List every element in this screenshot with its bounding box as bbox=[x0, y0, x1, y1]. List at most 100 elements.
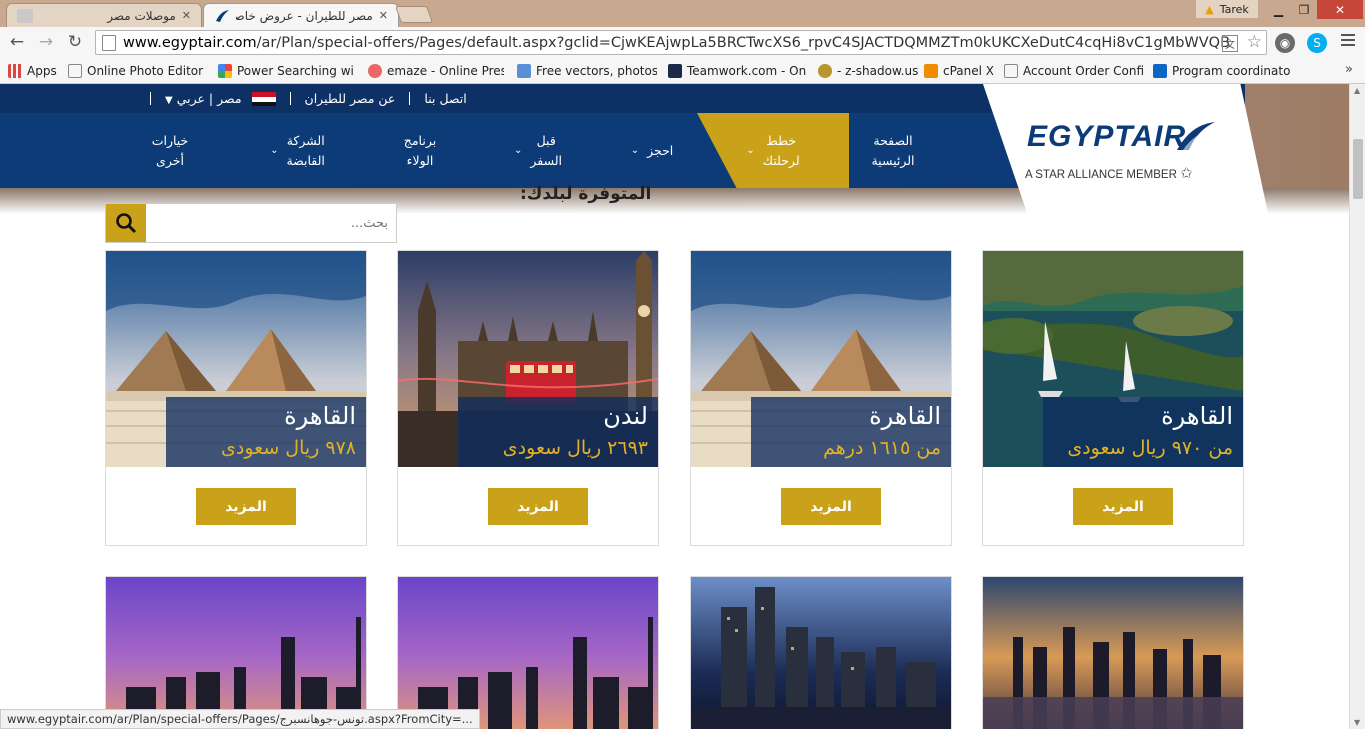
freepik-icon bbox=[517, 64, 531, 78]
offer-city: لندن bbox=[603, 402, 648, 430]
offer-card[interactable] bbox=[982, 576, 1244, 729]
contact-link[interactable]: اتصل بنا bbox=[424, 91, 466, 106]
offer-card[interactable] bbox=[397, 576, 659, 729]
offer-card[interactable]: لندن ٢٦٩٣ ريال سعودى المزيد bbox=[397, 250, 659, 546]
page-icon bbox=[102, 34, 116, 51]
offer-image-johannesburg bbox=[106, 577, 366, 729]
address-bar[interactable]: www.egyptair.com/ar/Plan/special-offers/… bbox=[95, 30, 1267, 55]
bookmarks-overflow-icon[interactable]: » bbox=[1345, 62, 1353, 77]
warning-icon: ▲ bbox=[1205, 2, 1214, 16]
page-icon bbox=[68, 64, 82, 78]
more-button[interactable]: المزيد bbox=[488, 488, 588, 525]
egyptair-favicon-icon bbox=[214, 9, 230, 23]
offer-caption: القاهرة من ١٦١٥ درهم bbox=[751, 397, 951, 467]
new-tab-button[interactable] bbox=[394, 6, 434, 23]
bookmark-item[interactable]: cPanel X bbox=[924, 58, 996, 84]
tab-inactive[interactable]: موصلات مصر ✕ bbox=[6, 3, 202, 27]
tab-favicon-icon bbox=[17, 8, 33, 23]
more-button[interactable]: المزيد bbox=[196, 488, 296, 525]
more-button[interactable]: المزيد bbox=[781, 488, 881, 525]
offer-card[interactable]: القاهرة من ٩٧٠ ريال سعودى المزيد bbox=[982, 250, 1244, 546]
offer-city: القاهرة bbox=[1161, 402, 1233, 430]
offer-image-frankfurt bbox=[983, 577, 1243, 729]
bookmark-item[interactable]: Power Searching with bbox=[218, 58, 354, 84]
nav-plan-trip[interactable]: ⌄ خطط لرحلتك bbox=[697, 113, 849, 188]
egyptair-logo[interactable]: EGYPTAIR A STAR ALLIANCE MEMBER ✩ bbox=[983, 84, 1269, 218]
page-scrollbar[interactable]: ▲ ▼ bbox=[1349, 84, 1365, 729]
translate-icon[interactable]: 文 bbox=[1222, 35, 1238, 52]
bookmark-item[interactable]: Program coordinator bbox=[1153, 58, 1291, 84]
bookmarks-bar: Apps Online Photo Editor | Power Searchi… bbox=[0, 58, 1365, 84]
linkedin-icon bbox=[1153, 64, 1167, 78]
offer-image-johannesburg bbox=[398, 577, 658, 729]
bookmark-label: cPanel X bbox=[943, 64, 995, 78]
user-profile-badge[interactable]: ▲ Tarek bbox=[1196, 0, 1258, 18]
logo-wordmark: EGYPTAIR bbox=[1027, 120, 1187, 153]
maximize-button[interactable]: ❐ bbox=[1291, 0, 1317, 19]
bookmark-star-icon[interactable]: ☆ bbox=[1247, 32, 1262, 52]
nav-label: الصفحة الرئيسية bbox=[871, 132, 915, 168]
nav-label: خيارات أخرى bbox=[151, 132, 189, 168]
offer-card[interactable]: القاهرة من ١٦١٥ درهم المزيد bbox=[690, 250, 952, 546]
offer-caption: لندن ٢٦٩٣ ريال سعودى bbox=[458, 397, 658, 467]
url-domain: www.egyptair.com bbox=[123, 34, 257, 51]
nav-label: احجز bbox=[647, 142, 674, 158]
bookmark-item[interactable]: Account Order Confir bbox=[1004, 58, 1144, 84]
bookmark-label: Free vectors, photos a bbox=[536, 64, 657, 78]
search-input[interactable] bbox=[146, 204, 396, 242]
tab-close-icon[interactable]: ✕ bbox=[379, 9, 388, 22]
nav-loyalty[interactable]: برنامج الولاء bbox=[380, 113, 460, 188]
scroll-up-arrow-icon[interactable]: ▲ bbox=[1354, 86, 1360, 95]
bookmark-label: Online Photo Editor | bbox=[87, 64, 206, 78]
back-arrow-icon[interactable]: ← bbox=[6, 31, 28, 53]
tab-close-icon[interactable]: ✕ bbox=[182, 9, 191, 22]
utility-links: اتصل بنا عن مصر للطيران مصر | عربي ▼ bbox=[150, 84, 467, 113]
bookmark-label: emaze - Online Prese bbox=[387, 64, 504, 78]
offer-card[interactable] bbox=[105, 576, 367, 729]
scroll-down-arrow-icon[interactable]: ▼ bbox=[1354, 718, 1360, 727]
skype-icon[interactable]: S bbox=[1307, 33, 1327, 53]
star-alliance-icon: ✩ bbox=[1180, 165, 1193, 182]
nav-book[interactable]: ⌄ احجز bbox=[612, 113, 692, 188]
offer-card[interactable] bbox=[690, 576, 952, 729]
nav-holding-company[interactable]: ⌄ الشركة القابضة bbox=[250, 113, 345, 188]
search-box bbox=[105, 203, 397, 243]
search-button[interactable] bbox=[106, 204, 146, 242]
more-button[interactable]: المزيد bbox=[1073, 488, 1173, 525]
bookmark-label: - z-shadow.us bbox=[837, 64, 918, 78]
bookmark-item[interactable]: Online Photo Editor | bbox=[68, 58, 206, 84]
minimize-button[interactable]: ▁ bbox=[1266, 0, 1291, 19]
offer-price: من ١٦١٥ درهم bbox=[823, 437, 941, 459]
url-text[interactable]: www.egyptair.com/ar/Plan/special-offers/… bbox=[123, 35, 1231, 51]
nav-before-travel[interactable]: ⌄ قبل السفر bbox=[498, 113, 578, 188]
nav-label: خطط لرحلتك bbox=[762, 132, 800, 168]
nav-other-options[interactable]: خيارات أخرى bbox=[130, 113, 210, 188]
browser-titlebar: موصلات مصر ✕ مصر للطيران - عروض خاصة ✕ ▲… bbox=[0, 0, 1365, 27]
extension-globe-icon[interactable]: ◉ bbox=[1275, 33, 1295, 53]
zshadow-icon bbox=[818, 64, 832, 78]
bookmark-item[interactable]: Teamwork.com - Onli bbox=[668, 58, 806, 84]
scrollbar-thumb[interactable] bbox=[1353, 139, 1363, 199]
close-window-button[interactable]: ✕ bbox=[1317, 0, 1363, 19]
chrome-menu-icon[interactable] bbox=[1341, 34, 1355, 48]
offer-city: القاهرة bbox=[284, 402, 356, 430]
bookmark-apps[interactable]: Apps bbox=[8, 58, 58, 84]
chevron-down-icon: ⌄ bbox=[513, 144, 523, 156]
about-link[interactable]: عن مصر للطيران bbox=[305, 91, 396, 106]
offer-price: من ٩٧٠ ريال سعودى bbox=[1067, 437, 1233, 459]
offer-card[interactable]: القاهرة ٩٧٨ ريال سعودى المزيد bbox=[105, 250, 367, 546]
bookmark-label: Teamwork.com - Onli bbox=[687, 64, 806, 78]
reload-icon[interactable]: ↻ bbox=[64, 31, 86, 53]
bookmark-item[interactable]: Free vectors, photos a bbox=[517, 58, 657, 84]
bookmark-label: Apps bbox=[27, 64, 57, 78]
nav-home[interactable]: الصفحة الرئيسية bbox=[843, 113, 943, 188]
web-page: اتصل بنا عن مصر للطيران مصر | عربي ▼ الص… bbox=[0, 84, 1349, 729]
bookmark-item[interactable]: emaze - Online Prese bbox=[368, 58, 504, 84]
forward-arrow-icon[interactable]: → bbox=[35, 31, 57, 53]
chevron-down-icon: ⌄ bbox=[270, 144, 279, 156]
tab-active[interactable]: مصر للطيران - عروض خاصة ✕ bbox=[203, 3, 399, 27]
cpanel-icon bbox=[924, 64, 938, 78]
bookmark-item[interactable]: - z-shadow.us bbox=[818, 58, 918, 84]
offer-image-harbor bbox=[691, 577, 951, 729]
region-selector[interactable]: مصر | عربي ▼ bbox=[165, 91, 276, 107]
